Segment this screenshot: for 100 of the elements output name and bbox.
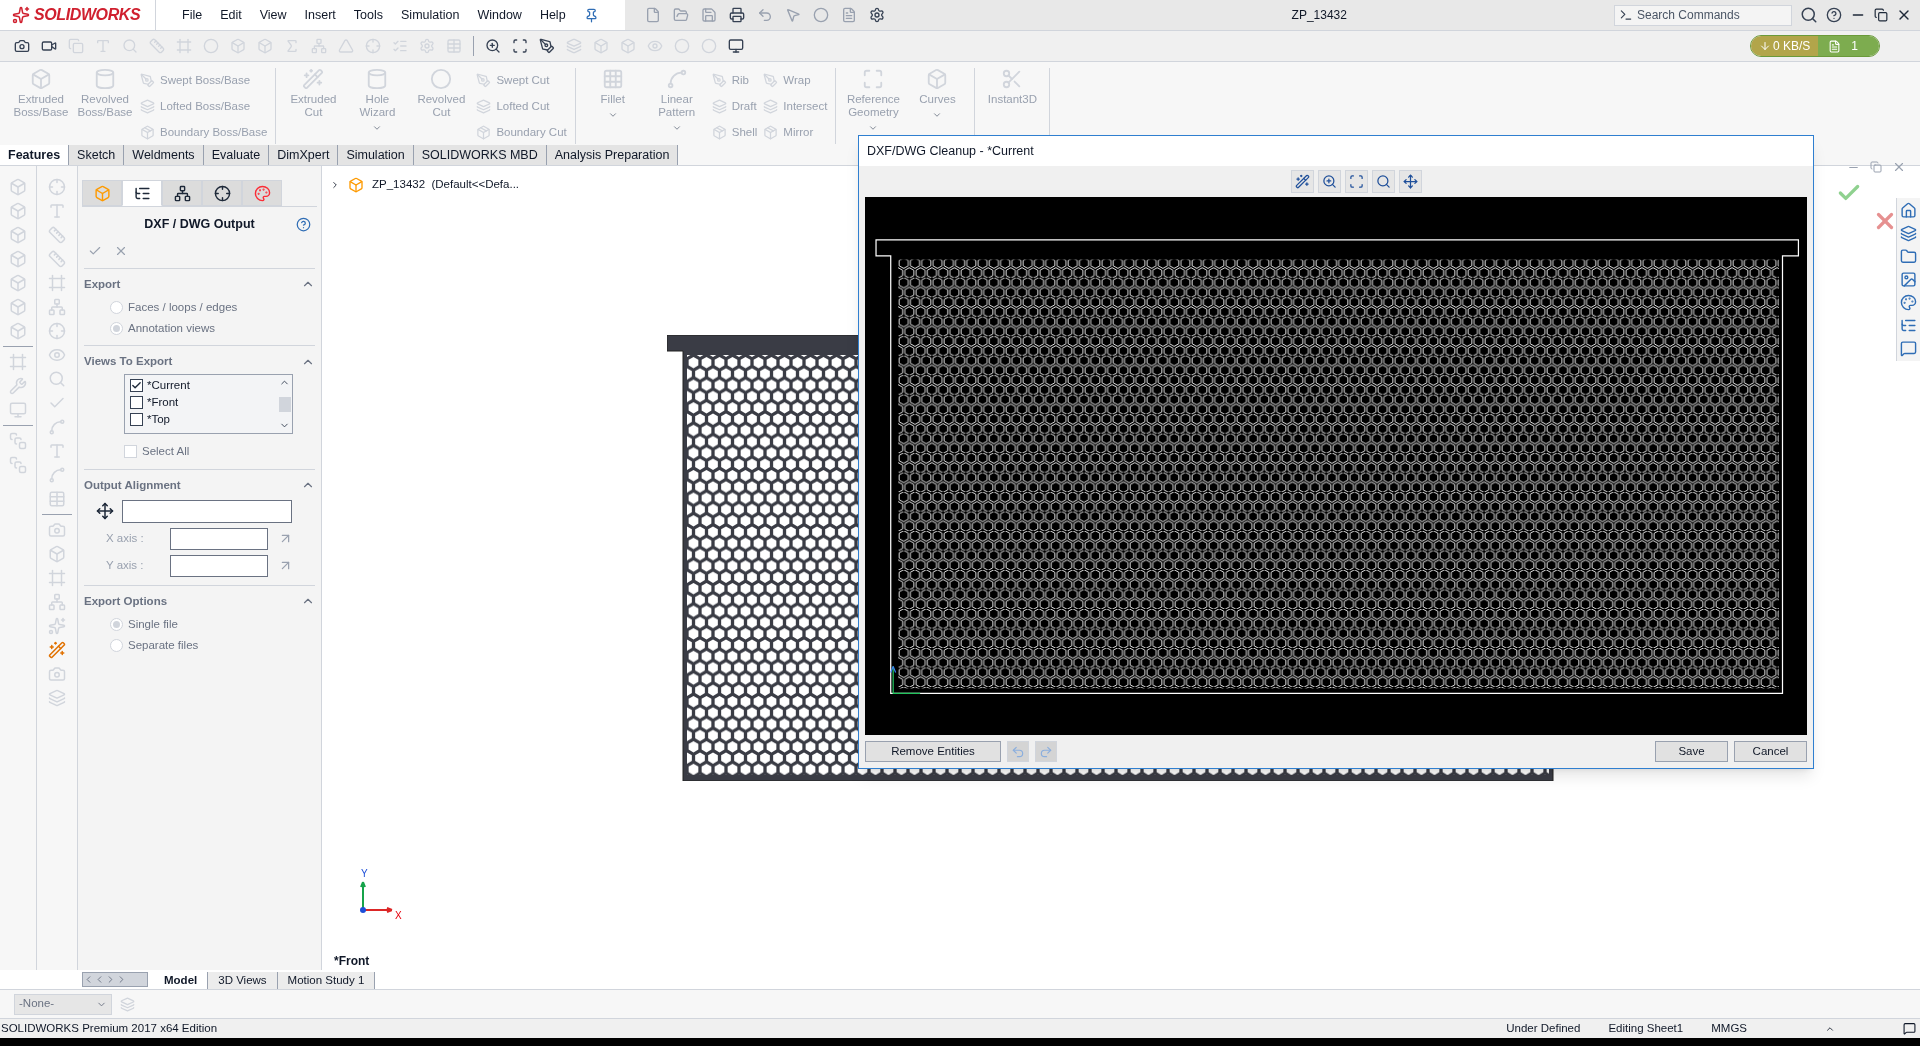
- menu-item[interactable]: Help: [539, 5, 566, 25]
- sphere-icon[interactable]: [701, 38, 717, 54]
- zoom-button[interactable]: [1317, 170, 1341, 193]
- configuration-dropdown[interactable]: -None-: [14, 993, 112, 1015]
- chat-icon[interactable]: [1900, 340, 1917, 357]
- camera-icon[interactable]: [14, 38, 30, 54]
- menu-item[interactable]: Window: [477, 5, 522, 25]
- radio-button[interactable]: [110, 301, 123, 314]
- app-logo[interactable]: SOLIDWORKS: [0, 0, 156, 30]
- zoom-icon[interactable]: [485, 38, 501, 54]
- help-icon[interactable]: [1826, 7, 1842, 23]
- command-tab[interactable]: Simulation: [338, 145, 414, 165]
- view-name[interactable]: *Front: [147, 394, 179, 412]
- menu-item[interactable]: View: [259, 5, 287, 25]
- video-camera-icon[interactable]: [41, 38, 57, 54]
- view-name[interactable]: *Current: [147, 377, 190, 395]
- menu-item[interactable]: Edit: [220, 5, 242, 25]
- sigma-icon[interactable]: [284, 38, 300, 54]
- layers-icon[interactable]: [1900, 225, 1917, 242]
- list-icon[interactable]: [1900, 317, 1917, 334]
- remove-entities-button[interactable]: Remove Entities: [865, 741, 1001, 762]
- checkbox[interactable]: [130, 379, 143, 393]
- radio-button[interactable]: [110, 322, 123, 335]
- palette-icon[interactable]: [1900, 294, 1917, 311]
- model-tab[interactable]: Motion Study 1: [277, 972, 376, 989]
- checkbox[interactable]: [130, 396, 143, 410]
- zoom-in-out-button[interactable]: [1371, 170, 1395, 193]
- axis-triad-icon[interactable]: [96, 502, 114, 521]
- toolbar-tool-icon[interactable]: [9, 432, 27, 450]
- folder-icon[interactable]: [1900, 248, 1917, 265]
- axis-field[interactable]: [170, 527, 268, 550]
- toolbar-tool-icon[interactable]: [48, 466, 66, 484]
- cube-icon[interactable]: [257, 38, 273, 54]
- pan-button[interactable]: [1398, 170, 1422, 193]
- toolbar-tool-icon[interactable]: [48, 370, 66, 388]
- toolbar-tool-icon[interactable]: [9, 401, 27, 419]
- copy-icon[interactable]: [68, 38, 84, 54]
- select-tool-button[interactable]: [1290, 170, 1314, 193]
- save-icon[interactable]: [700, 7, 717, 23]
- ruler-icon[interactable]: [149, 38, 165, 54]
- command-tab[interactable]: Analysis Preparation: [546, 145, 679, 165]
- circle-icon[interactable]: [203, 38, 219, 54]
- view-name[interactable]: *Top: [147, 411, 171, 429]
- printer-icon[interactable]: [728, 7, 745, 23]
- zoom-area-icon[interactable]: [512, 38, 528, 54]
- toolbar-tool-icon[interactable]: [48, 418, 66, 436]
- cancel-button[interactable]: Cancel: [1734, 741, 1807, 762]
- new-document-icon[interactable]: [644, 7, 661, 23]
- toolbar-tool-icon[interactable]: [48, 521, 66, 539]
- table-icon[interactable]: [446, 38, 462, 54]
- sphere-icon[interactable]: [674, 38, 690, 54]
- triangle-icon[interactable]: [338, 38, 354, 54]
- command-tab[interactable]: Features: [0, 145, 70, 165]
- help-icon[interactable]: [296, 216, 311, 232]
- network-icon[interactable]: [311, 38, 327, 54]
- crosshair-icon[interactable]: [365, 38, 381, 54]
- menu-item[interactable]: Tools: [353, 5, 384, 25]
- file-properties-icon[interactable]: [840, 7, 857, 23]
- toolbar-tool-icon[interactable]: [48, 298, 66, 316]
- menu-item[interactable]: Simulation: [401, 5, 460, 25]
- cube-icon[interactable]: [593, 38, 609, 54]
- command-tab[interactable]: Sketch: [69, 145, 125, 165]
- zoom-area-button[interactable]: [1344, 170, 1368, 193]
- redo-button[interactable]: [1035, 741, 1057, 762]
- monitor-icon[interactable]: [728, 38, 744, 54]
- inspect-icon[interactable]: [122, 38, 138, 54]
- command-tab[interactable]: Evaluate: [203, 145, 270, 165]
- model-tab[interactable]: 3D Views: [208, 972, 278, 989]
- radio-button[interactable]: [110, 618, 123, 631]
- tab-scroll-buttons[interactable]: [82, 972, 148, 987]
- feature-tree-item[interactable]: ZP_13432 (Default<<Defa...: [372, 176, 520, 194]
- views-list[interactable]: *Current *Front *Top: [124, 374, 293, 435]
- alignment-field[interactable]: [122, 499, 292, 523]
- checklist-icon[interactable]: [392, 38, 408, 54]
- panel-tab[interactable]: [202, 180, 242, 206]
- toolbar-tool-icon[interactable]: [9, 353, 27, 371]
- toolbar-tool-icon[interactable]: [48, 569, 66, 587]
- menu-item[interactable]: File: [182, 5, 203, 25]
- open-folder-icon[interactable]: [672, 7, 689, 23]
- axis-field[interactable]: [170, 554, 268, 577]
- gear-icon[interactable]: [419, 38, 435, 54]
- toolbar-tool-icon[interactable]: [48, 346, 66, 364]
- toolbar-tool-icon[interactable]: [48, 442, 66, 460]
- toolbar-tool-icon[interactable]: [48, 641, 66, 659]
- toolbar-tool-icon[interactable]: [48, 202, 66, 220]
- menu-item[interactable]: Insert: [304, 5, 336, 25]
- eye-icon[interactable]: [647, 38, 663, 54]
- panel-tab[interactable]: [162, 180, 202, 206]
- tooltip-icon[interactable]: [1903, 1022, 1916, 1035]
- toolbar-tool-icon[interactable]: [48, 274, 66, 292]
- restore-icon[interactable]: [1874, 8, 1888, 22]
- cube-icon[interactable]: [230, 38, 246, 54]
- checkbox[interactable]: [130, 413, 143, 427]
- toolbar-tool-icon[interactable]: [48, 593, 66, 611]
- undo-button[interactable]: [1007, 741, 1029, 762]
- pin-icon[interactable]: [583, 7, 599, 23]
- toolbar-tool-icon[interactable]: [48, 689, 66, 707]
- radio-button[interactable]: [110, 639, 123, 652]
- toolbar-tool-icon[interactable]: [9, 456, 27, 474]
- expand-arrow-icon[interactable]: [330, 179, 340, 190]
